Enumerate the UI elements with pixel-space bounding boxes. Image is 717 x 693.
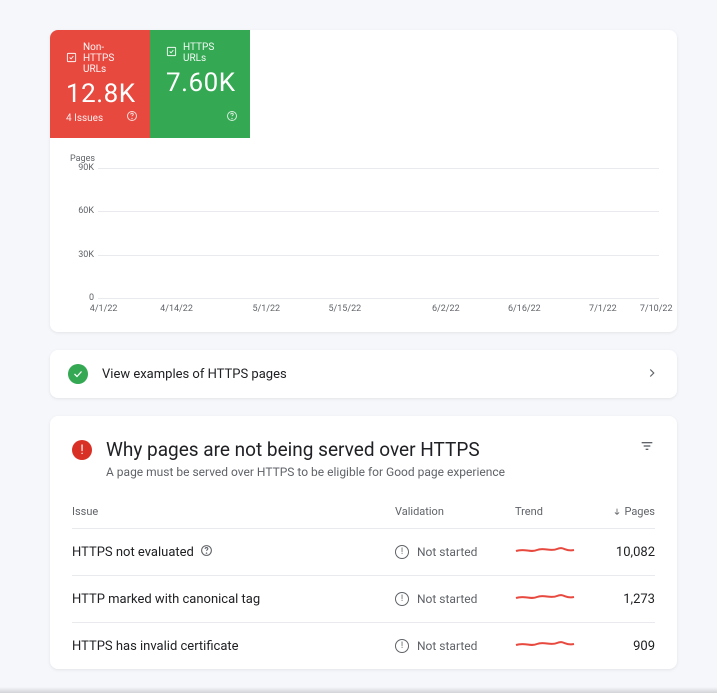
trend-sparkline [515,543,575,557]
x-tick-label: 6/2/22 [432,304,460,314]
help-icon[interactable] [126,107,138,126]
https-summary-panel: Non-HTTPS URLs 12.8K 4 Issues HTTPS URLs… [50,30,677,332]
chevron-right-icon [645,365,659,384]
bottom-shadow [0,687,717,693]
issues-table-header: Issue Validation Trend Pages [72,505,655,528]
sort-desc-icon [612,507,622,517]
col-trend-header: Trend [515,505,595,518]
issues-table-body: HTTPS not evaluated!Not started10,082HTT… [72,528,655,669]
validation-status: !Not started [395,639,515,653]
view-examples-label: View examples of HTTPS pages [102,367,631,382]
pages-count: 10,082 [595,545,655,560]
checkbox-icon [66,52,77,66]
issue-name: HTTP marked with canonical tag [72,592,260,607]
col-issue-header: Issue [72,505,395,518]
y-tick-label: 90K [78,163,94,173]
info-circle-icon: ! [395,592,409,606]
x-tick-label: 7/1/22 [589,304,617,314]
trend-sparkline [515,590,575,604]
x-tick-label: 5/1/22 [252,304,280,314]
card-non-https[interactable]: Non-HTTPS URLs 12.8K 4 Issues [50,30,150,138]
check-circle-icon [68,364,88,384]
pages-count: 909 [595,639,655,654]
view-examples-row[interactable]: View examples of HTTPS pages [50,350,677,398]
col-validation-header: Validation [395,505,515,518]
issue-name: HTTPS has invalid certificate [72,639,239,654]
table-row[interactable]: HTTPS not evaluated !Not started 10,082 [72,528,655,575]
trend-sparkline [515,637,575,651]
info-circle-icon: ! [395,545,409,559]
card-https-label: HTTPS URLs [183,42,234,64]
table-row[interactable]: HTTP marked with canonical tag !Not start… [72,575,655,622]
why-not-https-panel: ! Why pages are not being served over HT… [50,416,677,669]
table-row[interactable]: HTTPS has invalid certificate !Not starte… [72,622,655,669]
issue-name: HTTPS not evaluated [72,545,194,560]
info-circle-icon: ! [395,639,409,653]
help-icon[interactable] [226,107,238,126]
card-non-https-label: Non-HTTPS URLs [83,42,134,75]
x-tick-label: 7/10/22 [640,304,673,314]
checkbox-icon [166,46,177,60]
validation-status: !Not started [395,592,515,606]
card-non-https-value: 12.8K [66,79,134,109]
x-tick-label: 5/15/22 [328,304,361,314]
help-icon[interactable] [200,544,213,561]
filter-icon[interactable] [639,438,655,458]
pages-count: 1,273 [595,592,655,607]
x-axis: 4/1/224/14/225/1/225/15/226/2/226/16/227… [98,304,659,316]
col-pages-header[interactable]: Pages [595,505,655,518]
card-https-value: 7.60K [166,68,234,98]
y-tick-label: 60K [78,206,94,216]
y-axis: 030K60K90K [68,168,96,298]
y-tick-label: 30K [78,250,94,260]
alert-icon: ! [72,440,92,460]
why-title: Why pages are not being served over HTTP… [106,438,625,461]
x-tick-label: 4/14/22 [160,304,193,314]
validation-status: !Not started [395,545,515,559]
bar-columns [98,168,659,298]
stacked-bar-chart: Pages 030K60K90K 4/1/224/14/225/1/225/15… [50,138,677,332]
y-tick-label: 0 [89,293,94,303]
card-non-https-sub: 4 Issues [66,113,134,124]
summary-cards: Non-HTTPS URLs 12.8K 4 Issues HTTPS URLs… [50,30,677,138]
x-tick-label: 6/16/22 [508,304,541,314]
card-https[interactable]: HTTPS URLs 7.60K [150,30,250,138]
why-subtitle: A page must be served over HTTPS to be e… [106,465,625,479]
x-tick-label: 4/1/22 [90,304,118,314]
